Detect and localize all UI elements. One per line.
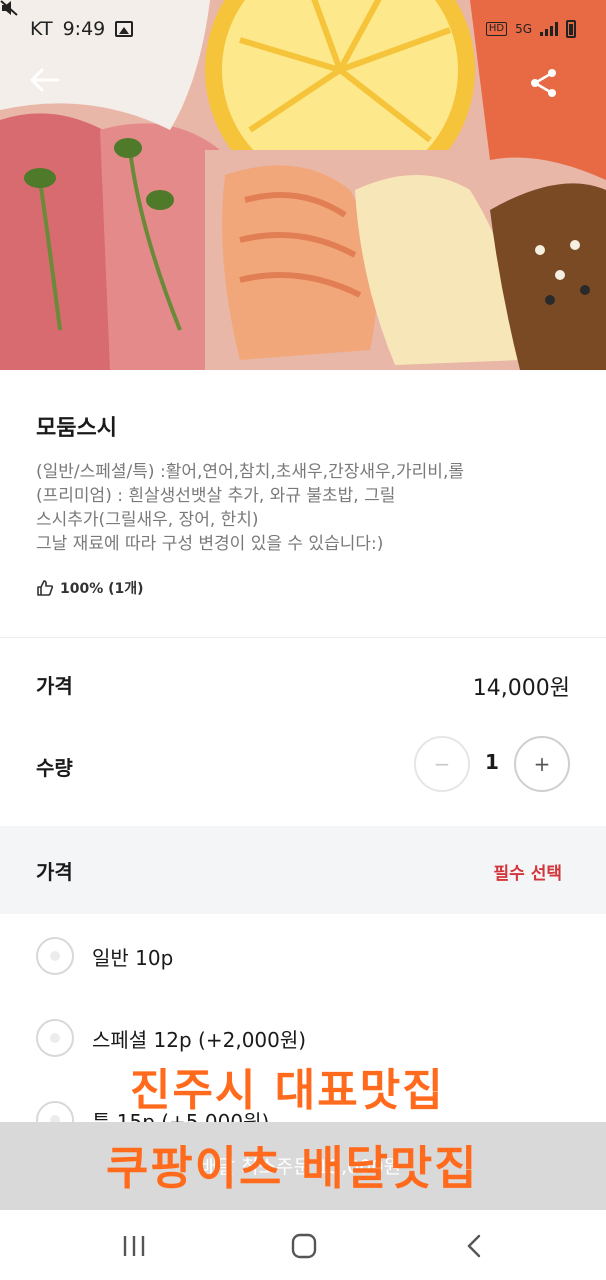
chevron-left-icon	[467, 1234, 481, 1258]
price-quantity-section: 가격 14,000원 수량 − 1 +	[0, 638, 606, 826]
rating: 100% (1개)	[36, 578, 144, 598]
watermark-text: 쿠팡이츠 배달맛집	[106, 1141, 479, 1195]
status-bar: KT 9:49 HD 5G	[0, 0, 606, 58]
option-label: 일반 10p	[92, 945, 174, 970]
recent-apps-button[interactable]	[112, 1224, 156, 1268]
rating-text: 100% (1개)	[60, 581, 144, 597]
description-line: (프리미엄) : 흰살생선뱃살 추가, 와규 불초밥, 그릴	[36, 486, 396, 506]
description-line: (일반/스페셜/특) :활어,연어,참치,초새우,간장새우,가리비,롤	[36, 462, 464, 482]
product-photo: KT 9:49 HD 5G	[0, 0, 606, 370]
price-label: 가격	[36, 674, 73, 698]
share-button[interactable]	[530, 68, 574, 112]
hd-badge: HD	[485, 22, 508, 36]
system-navigation-bar	[0, 1210, 606, 1280]
home-button[interactable]	[282, 1224, 326, 1268]
description-line: 스시추가(그릴새우, 장어, 한치)	[36, 510, 259, 530]
arrow-left-icon	[30, 68, 60, 92]
product-info: 모둠스시 (일반/스페셜/특) :활어,연어,참치,초새우,간장새우,가리비,롤…	[0, 370, 606, 638]
product-description: (일반/스페셜/특) :활어,연어,참치,초새우,간장새우,가리비,롤 (프리미…	[36, 460, 576, 556]
option-item[interactable]: 스페셜 12p (+2,000원)	[36, 1018, 306, 1058]
product-title: 모둠스시	[36, 416, 117, 441]
thumbs-up-icon	[37, 580, 54, 596]
radio-button[interactable]	[36, 1019, 74, 1057]
option-group-header: 가격 필수 선택	[0, 826, 606, 914]
quantity-decrease-button[interactable]: −	[414, 736, 470, 792]
carrier-label: KT	[30, 18, 53, 40]
back-button[interactable]	[30, 68, 74, 112]
option-label: 스페셜 12p (+2,000원)	[92, 1027, 307, 1052]
required-badge: 필수 선택	[493, 864, 562, 884]
radio-button[interactable]	[36, 1101, 74, 1124]
battery-icon	[566, 20, 576, 38]
quantity-increase-button[interactable]: +	[514, 736, 570, 792]
option-item[interactable]: 일반 10p	[36, 936, 173, 976]
radio-button[interactable]	[36, 937, 74, 975]
network-type: 5G	[515, 22, 532, 36]
price-value: 14,000원	[472, 676, 570, 701]
home-icon	[291, 1233, 317, 1259]
signal-icon	[540, 22, 558, 36]
plus-icon: +	[533, 752, 551, 776]
option-group-title: 가격	[36, 860, 73, 884]
description-line: 그날 재료에 따라 구성 변경이 있을 수 있습니다:)	[36, 534, 384, 554]
gallery-notification-icon	[115, 21, 134, 37]
watermark-text: 진주시 대표맛집	[130, 1065, 445, 1116]
quantity-value: 1	[485, 750, 499, 774]
back-nav-button[interactable]	[452, 1224, 496, 1268]
recent-apps-icon	[123, 1236, 145, 1256]
share-icon	[531, 69, 556, 97]
mute-icon	[0, 0, 18, 16]
quantity-label: 수량	[36, 756, 73, 780]
minus-icon: −	[433, 752, 451, 776]
clock: 9:49	[62, 18, 106, 40]
